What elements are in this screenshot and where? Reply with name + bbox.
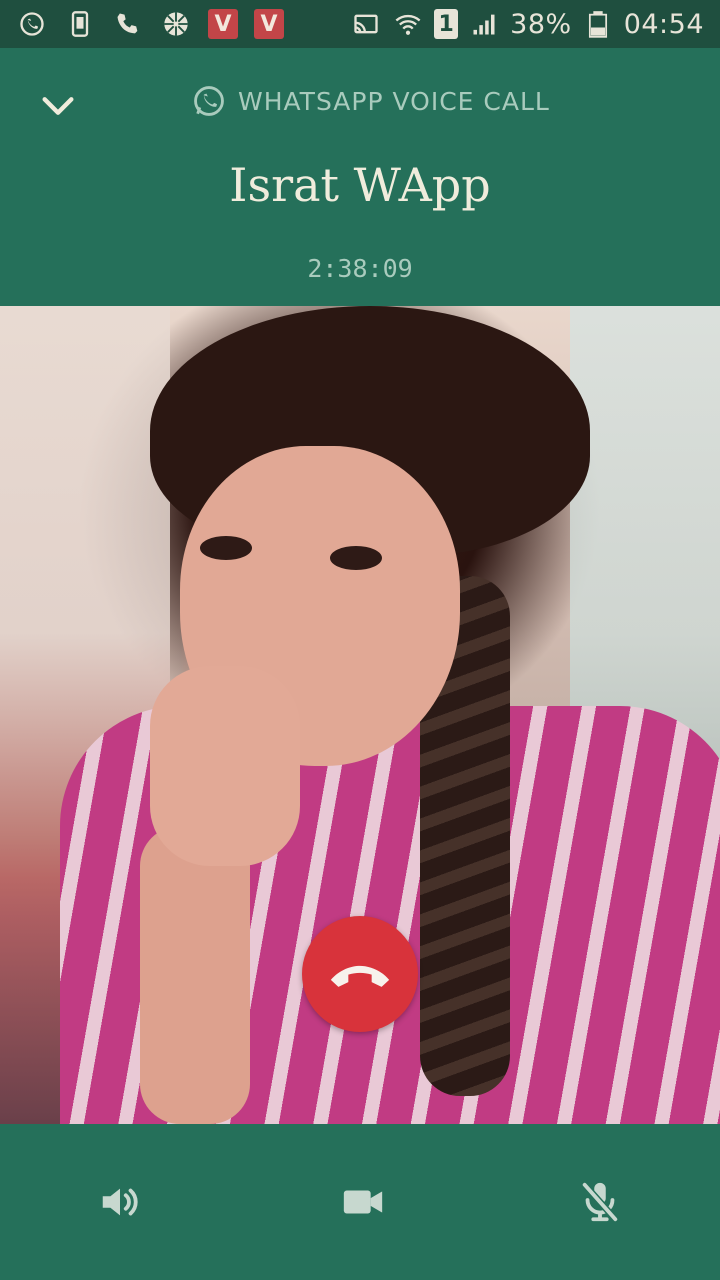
signal-icon bbox=[468, 8, 500, 40]
call-type-label: WHATSAPP VOICE CALL bbox=[238, 86, 550, 116]
whatsapp-icon bbox=[16, 8, 48, 40]
sim-icon: 1 bbox=[434, 9, 459, 39]
status-bar: V V 1 38% 04:54 bbox=[0, 0, 720, 48]
video-button[interactable] bbox=[333, 1172, 393, 1232]
phone-outline-icon bbox=[64, 8, 96, 40]
contact-name: Israt WApp bbox=[229, 158, 491, 212]
battery-icon bbox=[582, 8, 614, 40]
mic-off-icon bbox=[582, 1182, 618, 1222]
wifi-icon bbox=[392, 8, 424, 40]
vivo-badge-icon: V bbox=[254, 9, 284, 39]
photo-eye-left bbox=[200, 536, 252, 560]
clock: 04:54 bbox=[623, 8, 704, 40]
speaker-button[interactable] bbox=[90, 1172, 150, 1232]
video-icon bbox=[343, 1190, 383, 1214]
photo-eye-right bbox=[330, 546, 382, 570]
speaker-icon bbox=[102, 1188, 138, 1216]
call-header: WHATSAPP VOICE CALL Israt WApp 2:38:09 bbox=[0, 48, 720, 306]
whatsapp-logo-icon bbox=[194, 86, 224, 116]
end-call-icon bbox=[330, 965, 390, 987]
cast-icon bbox=[350, 8, 382, 40]
call-duration: 2:38:09 bbox=[307, 254, 413, 283]
call-icon bbox=[112, 8, 144, 40]
mute-button[interactable] bbox=[570, 1172, 630, 1232]
photo-hand bbox=[150, 666, 300, 866]
minimize-chevron-icon[interactable] bbox=[30, 84, 86, 128]
photo-arm bbox=[140, 826, 250, 1124]
vivo-badge-icon: V bbox=[208, 9, 238, 39]
battery-percent: 38% bbox=[510, 8, 572, 40]
call-controls-bar bbox=[0, 1124, 720, 1280]
call-type-indicator: WHATSAPP VOICE CALL bbox=[192, 84, 550, 118]
end-call-button[interactable] bbox=[302, 916, 418, 1032]
aperture-icon bbox=[160, 8, 192, 40]
